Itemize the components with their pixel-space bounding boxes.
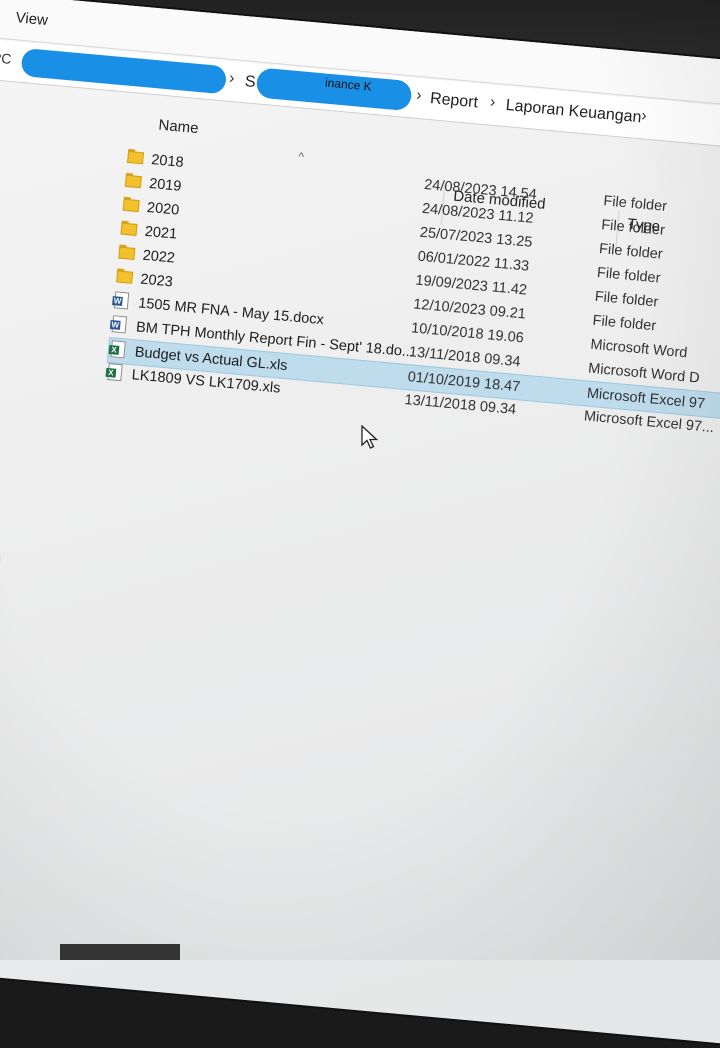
- folder-icon: [122, 196, 140, 213]
- monitor-bottom-edge: [60, 944, 180, 960]
- folder-icon: [124, 172, 142, 189]
- breadcrumb-separator: ›: [489, 93, 497, 111]
- folder-icon: [116, 268, 134, 284]
- excel-sheet-icon: X: [105, 363, 123, 382]
- file-explorer-window: View PC › S inance K › Report › Laporan …: [0, 0, 720, 1048]
- menu-view[interactable]: View: [15, 9, 49, 29]
- file-date: 13/11/2018 09.34: [403, 392, 517, 419]
- folder-icon: [118, 244, 136, 260]
- file-type: File folder: [600, 217, 666, 239]
- folder-icon: [120, 220, 138, 237]
- file-name: 2019: [148, 175, 183, 195]
- pc-label: PC: [0, 49, 13, 67]
- breadcrumb-separator: ›: [415, 86, 423, 105]
- file-name: 2018: [150, 152, 185, 171]
- folder-icon: [127, 148, 145, 165]
- breadcrumb-partial[interactable]: S: [244, 73, 256, 92]
- file-type: File folder: [598, 241, 664, 263]
- sidebar-selected-item[interactable]: [0, 549, 1, 586]
- excel-sheet-icon: X: [108, 340, 126, 359]
- file-name: 2022: [141, 247, 176, 267]
- file-name: 2023: [139, 271, 174, 291]
- breadcrumb-separator: ›: [228, 69, 236, 88]
- file-name: 2021: [144, 223, 178, 243]
- mouse-pointer-icon: [361, 425, 379, 449]
- breadcrumb-laporan-keuangan[interactable]: Laporan Keuangan: [505, 97, 642, 127]
- file-type: File folder: [596, 264, 662, 287]
- file-name: 2020: [146, 199, 180, 219]
- word-doc-icon: W: [112, 291, 130, 310]
- file-type: File folder: [594, 288, 659, 311]
- breadcrumb-report[interactable]: Report: [429, 90, 478, 112]
- file-type: File folder: [602, 193, 668, 215]
- file-type: File folder: [591, 312, 657, 335]
- word-doc-icon: W: [109, 315, 128, 334]
- column-header-name[interactable]: Name: [158, 117, 199, 138]
- breadcrumb-separator: ›: [640, 107, 648, 125]
